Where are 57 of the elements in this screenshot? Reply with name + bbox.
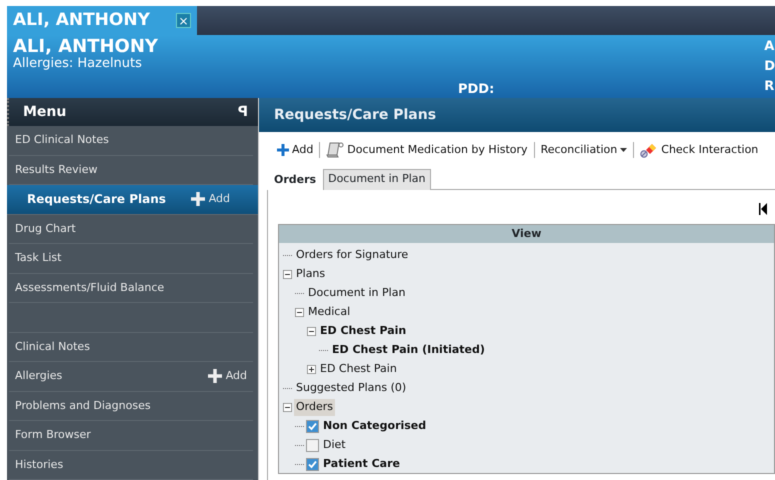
expand-toggle[interactable] xyxy=(307,365,316,374)
tree-item[interactable]: Suggested Plans (0) xyxy=(294,380,408,397)
reconciliation-dropdown[interactable]: Reconciliation xyxy=(540,142,628,158)
tree-item[interactable]: Patient Care xyxy=(321,456,402,473)
patient-tab-label: ALI, ANTHONY xyxy=(13,8,150,32)
tree-item[interactable]: Orders for Signature xyxy=(294,247,410,264)
checkbox[interactable] xyxy=(306,439,319,452)
collapse-toggle[interactable] xyxy=(283,270,292,279)
plus-icon xyxy=(208,369,222,384)
pin-icon[interactable]: ꟼ xyxy=(238,102,248,122)
pdd-label: PDD: xyxy=(458,81,494,98)
menu-item[interactable]: Requests/Care Plans xyxy=(27,190,166,208)
tree-item[interactable]: Non Categorised xyxy=(321,418,428,435)
menu-item[interactable]: Drug Chart xyxy=(9,214,253,244)
document-icon xyxy=(326,142,344,158)
tree-item[interactable]: ED Chest Pain xyxy=(318,361,399,378)
menu-item[interactable]: Form Browser xyxy=(9,421,253,450)
tree-item[interactable]: Orders xyxy=(294,399,335,416)
checkbox[interactable] xyxy=(306,420,319,433)
tree-item[interactable]: Diet xyxy=(321,437,348,454)
tab[interactable]: Document in Plan xyxy=(323,168,431,190)
menu-item[interactable]: Task List xyxy=(9,244,253,274)
collapse-toggle[interactable] xyxy=(295,308,304,317)
add-button[interactable]: Add xyxy=(208,368,247,384)
tree-item[interactable]: Document in Plan xyxy=(306,285,408,302)
menu-item[interactable]: Clinical Notes xyxy=(9,332,253,362)
tree-item[interactable]: Medical xyxy=(306,304,352,321)
document-medication-button[interactable]: Document Medication by History xyxy=(326,142,528,158)
banner-field-label: D xyxy=(764,58,775,76)
collapse-icon[interactable] xyxy=(759,203,767,215)
menu-item[interactable]: ED Clinical Notes xyxy=(9,126,253,156)
patient-tab[interactable]: ALI, ANTHONY × xyxy=(7,6,197,35)
collapse-toggle[interactable] xyxy=(283,403,292,412)
menu-item[interactable]: Allergies xyxy=(15,368,62,384)
add-button[interactable]: Add xyxy=(190,191,230,208)
plus-icon xyxy=(190,192,205,206)
menu-item[interactable]: Assessments/Fluid Balance xyxy=(9,274,253,303)
pills-icon xyxy=(640,142,658,158)
collapse-toggle[interactable] xyxy=(307,327,316,336)
check-interactions-button[interactable]: Check Interaction xyxy=(640,142,758,158)
checkbox[interactable] xyxy=(306,458,319,471)
banner-field-label: R xyxy=(764,78,775,96)
close-button[interactable]: × xyxy=(176,13,191,28)
plus-icon xyxy=(277,144,289,156)
content-title: Requests/Care Plans xyxy=(274,106,436,124)
menu-item[interactable]: Problems and Diagnoses xyxy=(9,392,253,421)
allergies-text: Allergies: Hazelnuts xyxy=(13,57,143,71)
patient-name: ALI, ANTHONY xyxy=(13,37,158,57)
add-button[interactable]: Add xyxy=(277,142,314,158)
column-header[interactable]: View xyxy=(279,225,774,243)
tree-item[interactable]: Plans xyxy=(294,266,328,283)
menu-item[interactable]: Histories xyxy=(9,450,253,480)
tree-item[interactable]: ED Chest Pain xyxy=(318,323,408,340)
caret-icon xyxy=(620,148,628,152)
tree-item[interactable]: ED Chest Pain (Initiated) xyxy=(330,342,487,359)
menu-title: Menu xyxy=(23,102,66,122)
banner-field-label: A xyxy=(764,38,775,56)
